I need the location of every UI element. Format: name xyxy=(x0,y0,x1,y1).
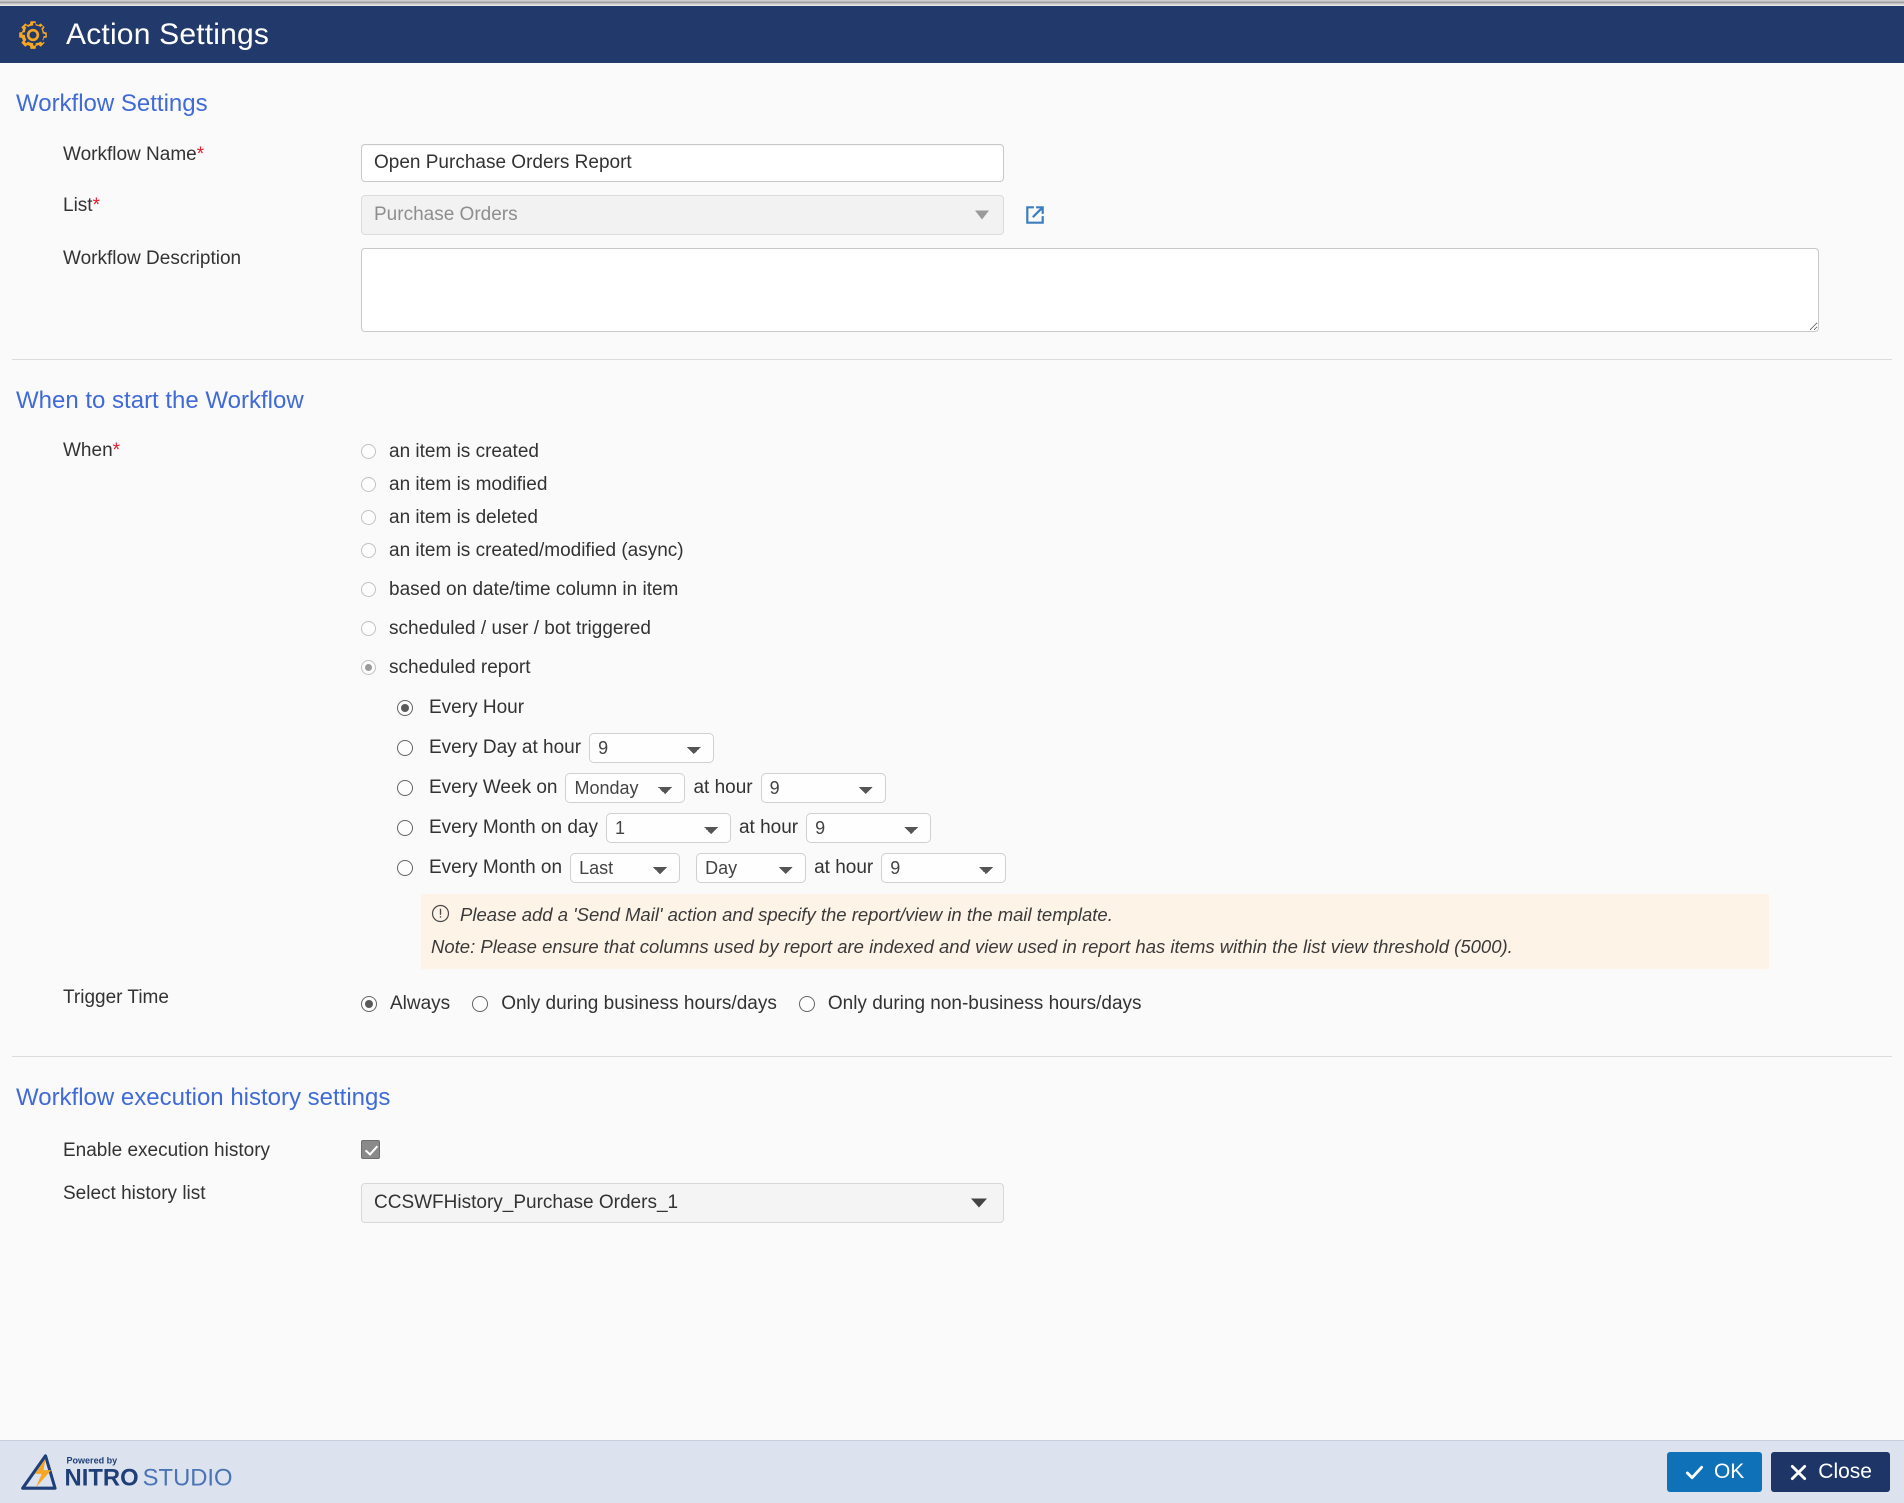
page-title: Action Settings xyxy=(66,17,270,51)
radio-icon[interactable] xyxy=(472,995,489,1012)
close-icon xyxy=(1791,1464,1807,1480)
gear-icon xyxy=(19,20,47,49)
action-settings-dialog: Action Settings Workflow Settings Workfl… xyxy=(0,0,1904,1503)
every-week-hour-select[interactable]: 9 xyxy=(760,773,886,803)
studio-text: STUDIO xyxy=(143,1464,233,1491)
field-row-workflow-description: Workflow Description xyxy=(0,248,1904,337)
schedule-options: Every Hour Every Day at hour 9 Every Wee… xyxy=(397,688,1904,970)
enable-history-checkbox[interactable] xyxy=(361,1140,380,1160)
every-month-ordinal-select[interactable]: Last xyxy=(570,853,681,883)
workflow-name-input[interactable] xyxy=(361,144,1004,182)
radio-icon[interactable] xyxy=(397,860,413,876)
close-button-label: Close xyxy=(1818,1460,1872,1483)
nitro-studio-logo: Powered by NITRO STUDIO xyxy=(16,1452,256,1492)
when-option-item-created[interactable]: an item is created xyxy=(361,435,1904,468)
list-label: List* xyxy=(63,195,100,216)
workflow-name-label: Workflow Name* xyxy=(63,144,205,165)
dialog-footer: Powered by NITRO STUDIO OK Close xyxy=(0,1440,1904,1503)
note-text-1: Please add a 'Send Mail' action and spec… xyxy=(460,904,1113,925)
radio-icon-selected[interactable] xyxy=(397,700,413,716)
field-row-workflow-name: Workflow Name* xyxy=(0,144,1904,182)
when-label: When* xyxy=(63,440,121,461)
when-option-item-modified[interactable]: an item is modified xyxy=(361,468,1904,501)
workflow-description-textarea[interactable] xyxy=(361,248,1819,332)
field-row-when: When* an item is created an item is modi… xyxy=(0,440,1904,970)
required-asterisk: * xyxy=(196,144,205,165)
when-option-item-deleted[interactable]: an item is deleted xyxy=(361,501,1904,534)
trigger-time-business-hours[interactable]: Only during business hours/days xyxy=(472,987,777,1020)
nitro-logo-icon: Powered by NITRO STUDIO xyxy=(21,1454,233,1491)
every-month-day-select[interactable]: 1 xyxy=(605,813,731,843)
history-list-label: Select history list xyxy=(63,1183,206,1205)
every-week-day-select[interactable]: Monday xyxy=(565,773,686,803)
section-title-history-settings: Workflow execution history settings xyxy=(16,1084,391,1112)
every-month-ordinal-hour-select[interactable]: 9 xyxy=(881,853,1007,883)
field-row-list: List* Purchase Orders xyxy=(0,195,1904,235)
warning-icon xyxy=(431,904,450,923)
history-list-selected-value: CCSWFHistory_Purchase Orders_1 xyxy=(374,1192,679,1214)
radio-icon[interactable] xyxy=(361,543,376,558)
nitro-text: NITRO xyxy=(65,1464,139,1491)
radio-icon[interactable] xyxy=(361,621,376,636)
schedule-every-month-ordinal[interactable]: Every Month on Last Day at hour 9 xyxy=(397,848,1904,888)
close-button[interactable]: Close xyxy=(1771,1452,1890,1492)
ok-button[interactable]: OK xyxy=(1666,1452,1763,1492)
field-row-enable-history: Enable execution history xyxy=(0,1140,1904,1164)
radio-icon[interactable] xyxy=(397,740,413,756)
dialog-header: Action Settings xyxy=(0,6,1904,63)
note-line-2: Note: Please ensure that columns used by… xyxy=(431,933,1757,962)
required-asterisk: * xyxy=(92,195,100,216)
chevron-down-icon xyxy=(971,1198,987,1208)
trigger-time-always[interactable]: Always xyxy=(361,987,450,1020)
schedule-every-month-day[interactable]: Every Month on day 1 at hour 9 xyxy=(397,808,1904,848)
trigger-time-label: Trigger Time xyxy=(63,987,169,1009)
section-title-workflow-settings: Workflow Settings xyxy=(16,90,208,117)
radio-icon[interactable] xyxy=(361,510,376,525)
trigger-time-non-business-hours[interactable]: Only during non-business hours/days xyxy=(798,987,1142,1020)
history-list-select[interactable]: CCSWFHistory_Purchase Orders_1 xyxy=(361,1183,1004,1224)
note-text-2: Note: Please ensure that columns used by… xyxy=(431,935,1513,957)
footer-buttons: OK Close xyxy=(1666,1452,1890,1492)
enable-history-label: Enable execution history xyxy=(63,1140,271,1162)
section-title-when-to-start: When to start the Workflow xyxy=(16,387,304,414)
every-day-hour-select[interactable]: 9 xyxy=(589,733,715,763)
note-line-1: Please add a 'Send Mail' action and spec… xyxy=(431,901,1757,930)
when-option-item-created-modified-async[interactable]: an item is created/modified (async) xyxy=(361,534,1904,567)
radio-icon[interactable] xyxy=(361,477,376,492)
radio-icon[interactable] xyxy=(361,582,376,597)
check-icon xyxy=(1685,1465,1704,1479)
when-option-date-time-column[interactable]: based on date/time column in item xyxy=(361,573,1904,606)
external-link-icon[interactable] xyxy=(1024,204,1046,226)
required-asterisk: * xyxy=(112,440,121,461)
schedule-every-hour[interactable]: Every Hour xyxy=(397,688,1904,728)
radio-icon-selected[interactable] xyxy=(361,995,377,1012)
radio-icon[interactable] xyxy=(798,995,815,1012)
radio-icon-selected[interactable] xyxy=(361,660,376,675)
report-note-box: Please add a 'Send Mail' action and spec… xyxy=(421,894,1769,970)
field-row-history-list: Select history list CCSWFHistory_Purchas… xyxy=(0,1183,1904,1224)
every-month-day-hour-select[interactable]: 9 xyxy=(806,813,932,843)
schedule-every-day[interactable]: Every Day at hour 9 xyxy=(397,728,1904,768)
field-row-trigger-time: Trigger Time Always Only during business… xyxy=(0,987,1904,1020)
radio-icon[interactable] xyxy=(361,444,376,459)
schedule-every-week[interactable]: Every Week on Monday at hour 9 xyxy=(397,768,1904,808)
ok-button-label: OK xyxy=(1713,1460,1745,1483)
list-selected-value: Purchase Orders xyxy=(374,204,518,225)
radio-icon[interactable] xyxy=(397,820,413,836)
chevron-down-icon xyxy=(975,210,989,220)
every-month-dayname-select[interactable]: Day xyxy=(696,853,807,883)
workflow-description-label: Workflow Description xyxy=(63,248,242,269)
when-option-scheduled-report[interactable]: scheduled report xyxy=(361,651,1904,684)
list-select[interactable]: Purchase Orders xyxy=(361,195,1004,235)
when-option-scheduled-user-bot[interactable]: scheduled / user / bot triggered xyxy=(361,612,1904,645)
radio-icon[interactable] xyxy=(397,780,413,796)
dialog-body: Workflow Settings Workflow Name* List* P… xyxy=(0,63,1904,1440)
